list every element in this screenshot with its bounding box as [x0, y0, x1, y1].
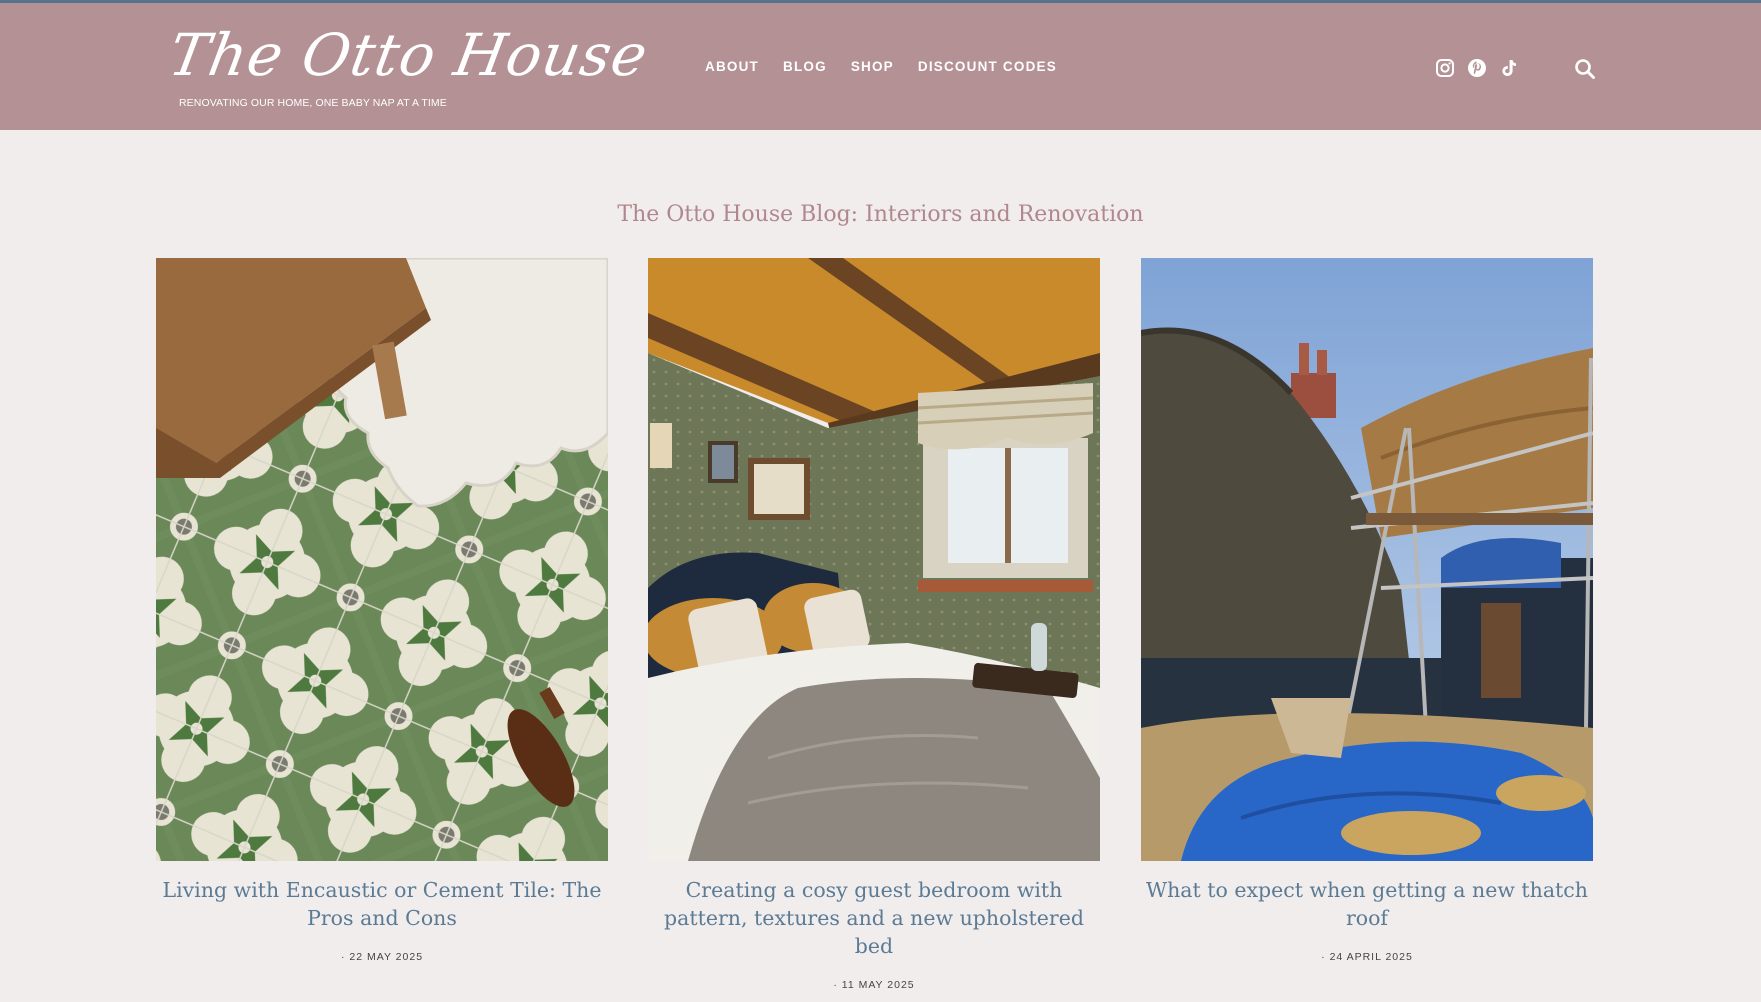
main-nav: ABOUT BLOG SHOP DISCOUNT CODES	[705, 59, 1081, 74]
social-links	[1435, 58, 1519, 78]
post-date: · 24 APRIL 2025	[1321, 951, 1413, 963]
pinterest-icon[interactable]	[1467, 58, 1487, 78]
post-date: · 22 MAY 2025	[340, 951, 424, 963]
post-image-thatch-roof[interactable]	[1141, 258, 1593, 861]
post-card: What to expect when getting a new thatch…	[1141, 258, 1593, 963]
nav-item-about[interactable]: ABOUT	[705, 59, 759, 74]
search-icon[interactable]	[1574, 58, 1596, 80]
post-date: · 11 MAY 2025	[833, 979, 915, 991]
nav-item-blog[interactable]: BLOG	[783, 59, 827, 74]
nav-item-shop[interactable]: SHOP	[851, 59, 894, 74]
site-header: The Otto House RENOVATING OUR HOME, ONE …	[0, 3, 1761, 130]
post-title[interactable]: Creating a cosy guest bedroom with patte…	[648, 876, 1100, 960]
page-title: The Otto House Blog: Interiors and Renov…	[617, 202, 1144, 227]
nav-item-discount-codes[interactable]: DISCOUNT CODES	[918, 59, 1057, 74]
site-logo[interactable]: The Otto House RENOVATING OUR HOME, ONE …	[164, 19, 653, 119]
post-date-text: 22 MAY 2025	[349, 951, 424, 963]
tiktok-icon[interactable]	[1499, 58, 1519, 78]
post-card: Living with Encaustic or Cement Tile: Th…	[156, 258, 608, 963]
post-date-text: 11 MAY 2025	[841, 979, 915, 991]
logo-tagline: RENOVATING OUR HOME, ONE BABY NAP AT A T…	[179, 97, 447, 109]
post-image-bedroom[interactable]	[648, 258, 1100, 861]
post-title[interactable]: What to expect when getting a new thatch…	[1141, 876, 1593, 932]
post-title[interactable]: Living with Encaustic or Cement Tile: Th…	[156, 876, 608, 932]
post-date-text: 24 APRIL 2025	[1329, 951, 1413, 963]
instagram-icon[interactable]	[1435, 58, 1455, 78]
post-card: Creating a cosy guest bedroom with patte…	[648, 258, 1100, 991]
post-image-tile-floor[interactable]	[156, 258, 608, 861]
logo-text: The Otto House	[164, 21, 654, 89]
